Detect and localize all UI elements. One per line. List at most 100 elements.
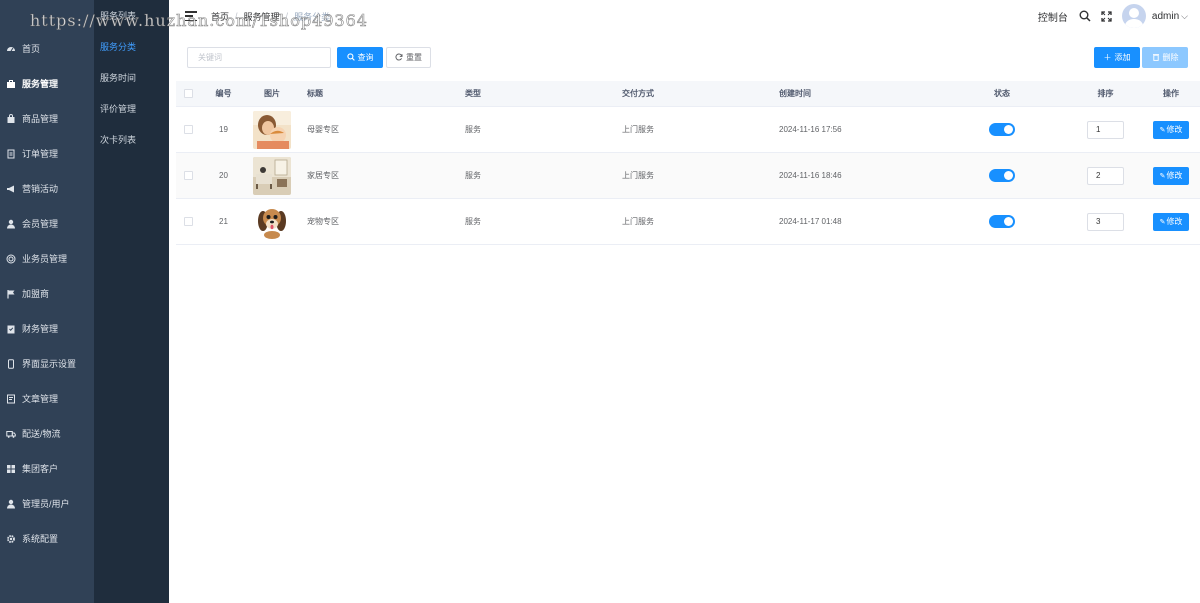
table-header: 编号 图片 标题 类型 交付方式 创建时间 状态 排序 操作 [176, 81, 1200, 107]
console-link[interactable]: 控制台 [1038, 9, 1068, 24]
row-type: 服务 [465, 217, 481, 226]
sidebar-item-label: 加盟商 [22, 289, 50, 299]
edit-button-label: 修改 [1166, 171, 1183, 180]
sidebar-item-salesman-management[interactable]: 业务员管理 [0, 241, 94, 276]
megaphone-icon [6, 184, 16, 194]
secondary-sidebar: 服务列表 服务分类 服务时间 评价管理 次卡列表 [94, 0, 169, 603]
row-id: 20 [219, 171, 228, 180]
subbar-item-card-list[interactable]: 次卡列表 [94, 124, 169, 155]
sort-order-input[interactable] [1087, 166, 1124, 185]
sidebar-item-home[interactable]: 首页 [0, 31, 94, 66]
subbar-item-service-category[interactable]: 服务分类 [94, 31, 169, 62]
table-row: 19 母婴专区 服务 上门服务 2024-11-16 17:56 ✎修改 [176, 107, 1200, 153]
target-icon [6, 254, 16, 264]
sidebar-item-system-config[interactable]: 系统配置 [0, 521, 94, 556]
column-header-id: 编号 [215, 89, 232, 98]
subbar-item-label: 评价管理 [100, 104, 137, 114]
document-icon [6, 394, 16, 404]
row-title: 宠物专区 [307, 217, 339, 226]
flag-icon [6, 289, 16, 299]
sidebar-item-product-management[interactable]: 商品管理 [0, 101, 94, 136]
sidebar-item-group-customers[interactable]: 集团客户 [0, 451, 94, 486]
row-id: 19 [219, 125, 228, 134]
edit-button[interactable]: ✎ 修改 [1153, 166, 1189, 185]
sidebar-item-article-management[interactable]: 文章管理 [0, 381, 94, 416]
row-checkbox[interactable] [184, 171, 193, 180]
sidebar-item-finance[interactable]: 财务管理 [0, 311, 94, 346]
search-icon[interactable] [1078, 9, 1092, 23]
sidebar-item-label: 业务员管理 [22, 254, 68, 264]
status-toggle[interactable] [989, 123, 1015, 136]
refresh-icon [395, 52, 403, 63]
avatar[interactable] [1121, 4, 1146, 28]
sidebar-item-label: 界面显示设置 [22, 359, 77, 369]
row-title: 母婴专区 [307, 125, 339, 134]
chevron-down-icon[interactable]: ⌵ [1181, 11, 1188, 22]
sidebar-item-label: 系统配置 [22, 534, 59, 544]
sidebar-item-member-management[interactable]: 会员管理 [0, 206, 94, 241]
add-button[interactable]: ＋ 添加 [1094, 47, 1140, 68]
fullscreen-icon[interactable] [1100, 9, 1114, 23]
edit-button-label: 修改 [1166, 217, 1183, 226]
briefcase-icon [6, 79, 16, 89]
edit-button[interactable]: ✎ 修改 [1153, 212, 1189, 231]
status-toggle[interactable] [989, 215, 1015, 228]
sidebar-item-label: 集团客户 [22, 464, 59, 474]
sidebar-item-delivery[interactable]: 配送/物流 [0, 416, 94, 451]
home-interior-photo[interactable] [253, 156, 291, 195]
delete-button-label: 删除 [1162, 53, 1179, 62]
subbar-item-label: 次卡列表 [100, 135, 137, 145]
query-button[interactable]: 查询 [337, 47, 383, 68]
user-icon [6, 219, 16, 229]
row-created-time: 2024-11-17 01:48 [779, 217, 842, 226]
row-delivery: 上门服务 [622, 171, 654, 180]
breadcrumb-service-management[interactable]: 服务管理 [244, 10, 280, 23]
username-label[interactable]: admin [1152, 11, 1179, 22]
sidebar-item-order-management[interactable]: 订单管理 [0, 136, 94, 171]
keyword-search-input[interactable] [187, 47, 331, 68]
order-icon [6, 149, 16, 159]
subbar-item-service-time[interactable]: 服务时间 [94, 62, 169, 93]
grid-icon [6, 464, 16, 474]
row-checkbox[interactable] [184, 125, 193, 134]
breadcrumb-home[interactable]: 首页 [211, 10, 229, 23]
sort-order-input[interactable] [1087, 120, 1124, 139]
add-button-label: 添加 [1114, 53, 1131, 62]
finance-icon [6, 324, 16, 334]
row-checkbox[interactable] [184, 217, 193, 226]
row-type: 服务 [465, 171, 481, 180]
sort-order-input[interactable] [1087, 212, 1124, 231]
truck-icon [6, 429, 16, 439]
table-row: 21 宠物专区 服务 上门服务 2024-11-17 01:48 3 ✎ 修改 [176, 199, 1200, 245]
sidebar-item-display-settings[interactable]: 界面显示设置 [0, 346, 94, 381]
sidebar-item-marketing[interactable]: 营销活动 [0, 171, 94, 206]
delete-button[interactable]: 删除 [1142, 47, 1188, 68]
subbar-item-label: 服务分类 [100, 42, 137, 52]
category-table: 编号 图片 标题 类型 交付方式 创建时间 状态 排序 操作 19 母婴专区 服… [176, 81, 1200, 245]
dashboard-icon [6, 44, 16, 54]
admin-user-icon [6, 499, 16, 509]
row-created-time: 2024-11-16 18:46 [779, 171, 842, 180]
sidebar-item-label: 营销活动 [22, 184, 59, 194]
column-header-sort: 排序 [1097, 89, 1114, 98]
edit-button[interactable]: ✎ 修改 [1153, 120, 1189, 139]
column-header-image: 图片 [264, 89, 280, 98]
row-delivery: 上门服务 [622, 217, 654, 226]
column-header-delivery: 交付方式 [622, 89, 654, 98]
reset-button[interactable]: 重置 [386, 47, 431, 68]
row-title: 家居专区 [307, 171, 339, 180]
subbar-item-review-management[interactable]: 评价管理 [94, 93, 169, 124]
subbar-item-service-list[interactable]: 服务列表 [94, 0, 169, 31]
sidebar-item-franchisee[interactable]: 加盟商 [0, 276, 94, 311]
select-all-checkbox[interactable] [184, 89, 193, 98]
puppy-photo[interactable] [253, 202, 291, 241]
sidebar-item-service-management[interactable]: 服务管理 [0, 66, 94, 101]
mother-baby-photo[interactable] [253, 110, 291, 149]
menu-toggle-icon[interactable] [185, 11, 197, 21]
filter-toolbar: 查询 重置 ＋ 添加 删除 [187, 47, 1188, 69]
sidebar-item-admin-users[interactable]: 管理员/用户 [0, 486, 94, 521]
status-toggle[interactable] [989, 169, 1015, 182]
sidebar-item-label: 首页 [22, 44, 41, 54]
phone-icon [6, 358, 16, 369]
sidebar-item-label: 订单管理 [22, 149, 59, 159]
